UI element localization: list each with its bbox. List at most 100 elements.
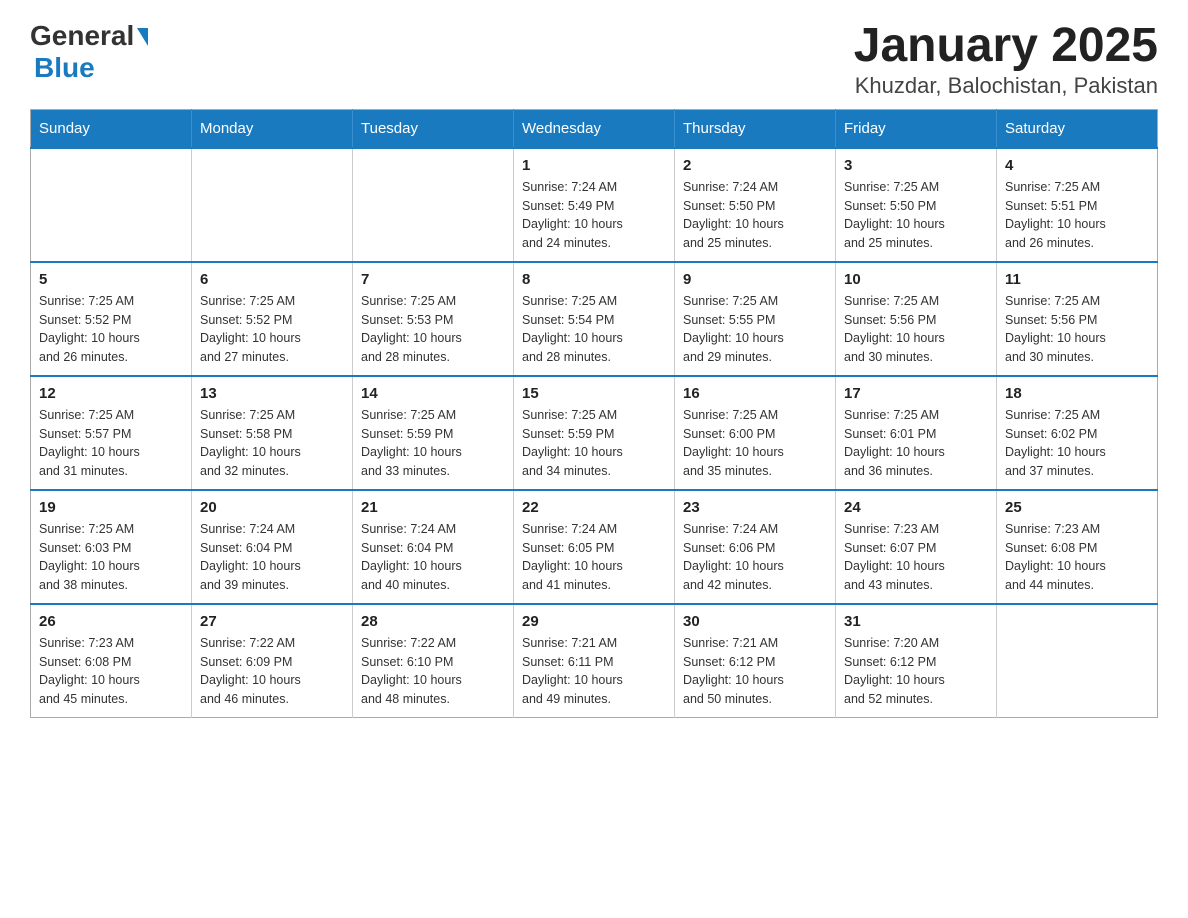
day-info: Sunrise: 7:25 AM Sunset: 6:02 PM Dayligh… — [1005, 406, 1149, 481]
day-info: Sunrise: 7:24 AM Sunset: 6:04 PM Dayligh… — [361, 520, 505, 595]
page-title: January 2025 — [854, 20, 1158, 73]
day-number: 22 — [522, 499, 666, 516]
day-number: 12 — [39, 385, 183, 402]
day-number: 30 — [683, 613, 827, 630]
day-number: 20 — [200, 499, 344, 516]
calendar-cell: 3 Sunrise: 7:25 AM Sunset: 5:50 PM Daylig… — [836, 148, 997, 262]
day-info: Sunrise: 7:25 AM Sunset: 6:01 PM Dayligh… — [844, 406, 988, 481]
calendar-cell: 19Sunrise: 7:25 AM Sunset: 6:03 PM Dayli… — [31, 490, 192, 604]
day-number: 14 — [361, 385, 505, 402]
calendar-week-5: 26 Sunrise: 7:23 AM Sunset: 6:08 PM Dayli… — [31, 604, 1158, 718]
calendar-cell: 21 Sunrise: 7:24 AM Sunset: 6:04 PM Dayli… — [353, 490, 514, 604]
day-header-saturday: Saturday — [997, 109, 1158, 148]
day-number: 17 — [844, 385, 988, 402]
day-info: Sunrise: 7:25 AM Sunset: 5:56 PM Dayligh… — [1005, 292, 1149, 367]
day-info: Sunrise: 7:20 AM Sunset: 6:12 PM Dayligh… — [844, 634, 988, 709]
day-number: 23 — [683, 499, 827, 516]
calendar-cell: 29 Sunrise: 7:21 AM Sunset: 6:11 PM Dayli… — [514, 604, 675, 718]
day-number: 10 — [844, 271, 988, 288]
day-header-tuesday: Tuesday — [353, 109, 514, 148]
day-info: Sunrise: 7:21 AM Sunset: 6:11 PM Dayligh… — [522, 634, 666, 709]
day-info: Sunrise: 7:25 AM Sunset: 5:55 PM Dayligh… — [683, 292, 827, 367]
day-info: Sunrise: 7:25 AM Sunset: 5:52 PM Dayligh… — [39, 292, 183, 367]
calendar-cell: 24Sunrise: 7:23 AM Sunset: 6:07 PM Dayli… — [836, 490, 997, 604]
calendar-cell: 27 Sunrise: 7:22 AM Sunset: 6:09 PM Dayli… — [192, 604, 353, 718]
calendar-cell: 4Sunrise: 7:25 AM Sunset: 5:51 PM Daylig… — [997, 148, 1158, 262]
day-number: 24 — [844, 499, 988, 516]
calendar-cell — [192, 148, 353, 262]
day-number: 9 — [683, 271, 827, 288]
day-number: 4 — [1005, 157, 1149, 174]
calendar-cell: 17 Sunrise: 7:25 AM Sunset: 6:01 PM Dayli… — [836, 376, 997, 490]
day-info: Sunrise: 7:25 AM Sunset: 5:58 PM Dayligh… — [200, 406, 344, 481]
calendar-cell: 14Sunrise: 7:25 AM Sunset: 5:59 PM Dayli… — [353, 376, 514, 490]
day-number: 5 — [39, 271, 183, 288]
calendar-cell: 12 Sunrise: 7:25 AM Sunset: 5:57 PM Dayli… — [31, 376, 192, 490]
day-number: 13 — [200, 385, 344, 402]
day-number: 27 — [200, 613, 344, 630]
day-number: 6 — [200, 271, 344, 288]
calendar-cell: 9 Sunrise: 7:25 AM Sunset: 5:55 PM Daylig… — [675, 262, 836, 376]
calendar-cell: 7Sunrise: 7:25 AM Sunset: 5:53 PM Daylig… — [353, 262, 514, 376]
day-info: Sunrise: 7:25 AM Sunset: 6:00 PM Dayligh… — [683, 406, 827, 481]
calendar-cell: 2Sunrise: 7:24 AM Sunset: 5:50 PM Daylig… — [675, 148, 836, 262]
day-number: 15 — [522, 385, 666, 402]
day-number: 21 — [361, 499, 505, 516]
calendar-cell: 30 Sunrise: 7:21 AM Sunset: 6:12 PM Dayli… — [675, 604, 836, 718]
calendar-cell: 16 Sunrise: 7:25 AM Sunset: 6:00 PM Dayli… — [675, 376, 836, 490]
title-section: January 2025 Khuzdar, Balochistan, Pakis… — [854, 20, 1158, 99]
calendar-cell: 13 Sunrise: 7:25 AM Sunset: 5:58 PM Dayli… — [192, 376, 353, 490]
day-number: 11 — [1005, 271, 1149, 288]
logo-general-text: General — [30, 20, 134, 52]
day-info: Sunrise: 7:24 AM Sunset: 5:50 PM Dayligh… — [683, 178, 827, 253]
calendar-cell: 15 Sunrise: 7:25 AM Sunset: 5:59 PM Dayli… — [514, 376, 675, 490]
day-info: Sunrise: 7:25 AM Sunset: 5:59 PM Dayligh… — [522, 406, 666, 481]
day-number: 18 — [1005, 385, 1149, 402]
day-info: Sunrise: 7:21 AM Sunset: 6:12 PM Dayligh… — [683, 634, 827, 709]
calendar-cell: 23 Sunrise: 7:24 AM Sunset: 6:06 PM Dayli… — [675, 490, 836, 604]
calendar-week-4: 19Sunrise: 7:25 AM Sunset: 6:03 PM Dayli… — [31, 490, 1158, 604]
day-header-friday: Friday — [836, 109, 997, 148]
calendar-cell: 18 Sunrise: 7:25 AM Sunset: 6:02 PM Dayli… — [997, 376, 1158, 490]
calendar-cell: 10 Sunrise: 7:25 AM Sunset: 5:56 PM Dayli… — [836, 262, 997, 376]
day-info: Sunrise: 7:25 AM Sunset: 5:53 PM Dayligh… — [361, 292, 505, 367]
day-number: 16 — [683, 385, 827, 402]
day-info: Sunrise: 7:25 AM Sunset: 5:52 PM Dayligh… — [200, 292, 344, 367]
day-number: 29 — [522, 613, 666, 630]
calendar-cell — [997, 604, 1158, 718]
day-info: Sunrise: 7:23 AM Sunset: 6:08 PM Dayligh… — [39, 634, 183, 709]
day-number: 26 — [39, 613, 183, 630]
day-info: Sunrise: 7:24 AM Sunset: 5:49 PM Dayligh… — [522, 178, 666, 253]
day-info: Sunrise: 7:24 AM Sunset: 6:05 PM Dayligh… — [522, 520, 666, 595]
calendar-table: SundayMondayTuesdayWednesdayThursdayFrid… — [30, 109, 1158, 718]
day-header-wednesday: Wednesday — [514, 109, 675, 148]
logo: General Blue — [30, 20, 148, 84]
day-info: Sunrise: 7:25 AM Sunset: 5:50 PM Dayligh… — [844, 178, 988, 253]
day-header-monday: Monday — [192, 109, 353, 148]
calendar-cell: 20Sunrise: 7:24 AM Sunset: 6:04 PM Dayli… — [192, 490, 353, 604]
calendar-cell: 5 Sunrise: 7:25 AM Sunset: 5:52 PM Daylig… — [31, 262, 192, 376]
calendar-cell: 25 Sunrise: 7:23 AM Sunset: 6:08 PM Dayli… — [997, 490, 1158, 604]
day-number: 28 — [361, 613, 505, 630]
page-subtitle: Khuzdar, Balochistan, Pakistan — [854, 73, 1158, 99]
calendar-body: 1Sunrise: 7:24 AM Sunset: 5:49 PM Daylig… — [31, 148, 1158, 718]
logo-arrow-icon — [137, 28, 148, 46]
day-info: Sunrise: 7:24 AM Sunset: 6:06 PM Dayligh… — [683, 520, 827, 595]
day-number: 8 — [522, 271, 666, 288]
day-info: Sunrise: 7:23 AM Sunset: 6:08 PM Dayligh… — [1005, 520, 1149, 595]
page-header: General Blue January 2025 Khuzdar, Baloc… — [30, 20, 1158, 99]
day-number: 31 — [844, 613, 988, 630]
calendar-cell — [31, 148, 192, 262]
calendar-cell: 26 Sunrise: 7:23 AM Sunset: 6:08 PM Dayli… — [31, 604, 192, 718]
calendar-cell: 6 Sunrise: 7:25 AM Sunset: 5:52 PM Daylig… — [192, 262, 353, 376]
day-number: 25 — [1005, 499, 1149, 516]
calendar-cell: 22 Sunrise: 7:24 AM Sunset: 6:05 PM Dayli… — [514, 490, 675, 604]
day-info: Sunrise: 7:22 AM Sunset: 6:09 PM Dayligh… — [200, 634, 344, 709]
calendar-cell: 31 Sunrise: 7:20 AM Sunset: 6:12 PM Dayli… — [836, 604, 997, 718]
day-info: Sunrise: 7:25 AM Sunset: 5:57 PM Dayligh… — [39, 406, 183, 481]
calendar-week-1: 1Sunrise: 7:24 AM Sunset: 5:49 PM Daylig… — [31, 148, 1158, 262]
calendar-cell: 28Sunrise: 7:22 AM Sunset: 6:10 PM Dayli… — [353, 604, 514, 718]
day-info: Sunrise: 7:25 AM Sunset: 5:56 PM Dayligh… — [844, 292, 988, 367]
calendar-week-2: 5 Sunrise: 7:25 AM Sunset: 5:52 PM Daylig… — [31, 262, 1158, 376]
day-number: 3 — [844, 157, 988, 174]
